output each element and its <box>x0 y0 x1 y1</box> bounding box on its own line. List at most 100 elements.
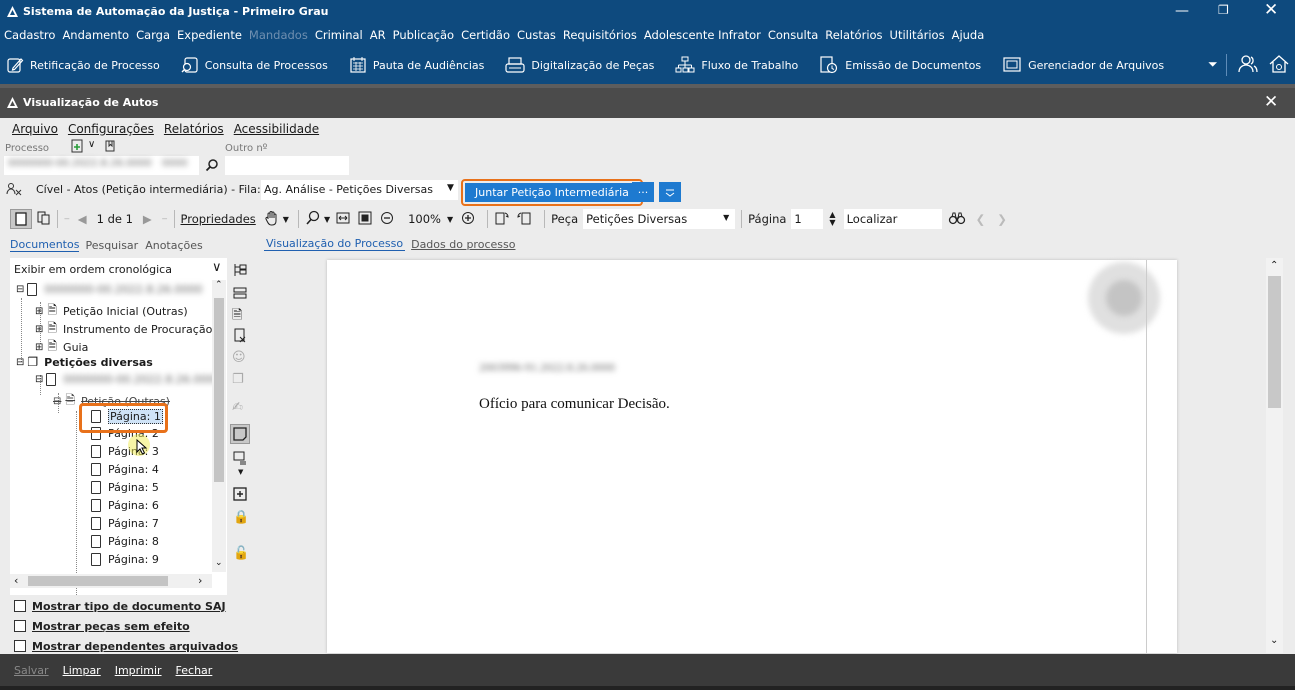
checkbox-pecas-sem-efeito[interactable]: Mostrar peças sem efeito <box>14 616 238 636</box>
tree-page[interactable]: Página: 6 <box>91 499 159 512</box>
hand-tool-icon[interactable] <box>264 210 280 229</box>
tab-visualizacao[interactable]: Visualização do Processo <box>264 237 406 251</box>
tab-dados-processo[interactable]: Dados do processo <box>411 238 515 251</box>
fluxo-button[interactable]: Fluxo de Trabalho <box>675 56 798 74</box>
zoom-value-dropdown-icon[interactable]: ▼ <box>447 215 453 224</box>
checkbox-tipo-doc[interactable]: Mostrar tipo de documento SAJ <box>14 596 238 616</box>
tab-pesquisar[interactable]: Pesquisar <box>85 239 138 252</box>
menu-item[interactable]: Relatórios <box>825 28 882 42</box>
scroll-down-icon[interactable]: ⌄ <box>1270 635 1278 646</box>
hand-tool-dropdown-icon[interactable]: ▼ <box>283 215 289 224</box>
localizar-input[interactable]: Localizar <box>843 209 942 229</box>
menu-item[interactable]: Utilitários <box>890 28 945 42</box>
emissao-button[interactable]: Emissão de Documentos <box>819 56 981 74</box>
chevron-down-icon[interactable]: ∨ <box>88 139 95 150</box>
checkbox-box[interactable] <box>14 620 26 632</box>
propriedades-button[interactable]: Propriedades <box>181 212 256 226</box>
bookmark-icon[interactable] <box>104 140 116 155</box>
fila-select[interactable]: Ag. Análise - Petições Diversas ▼ <box>261 180 458 200</box>
menu-arquivo[interactable]: Arquivo <box>12 122 58 136</box>
close-button[interactable]: ✕ <box>1264 0 1278 20</box>
home-icon[interactable] <box>1268 53 1290 78</box>
expand-icon[interactable]: ⊞ <box>35 324 43 335</box>
scroll-thumb[interactable] <box>214 298 224 482</box>
consulta-button[interactable]: Consulta de Processos <box>181 56 328 74</box>
menu-item[interactable]: Custas <box>517 28 556 42</box>
rotate-left-icon[interactable] <box>494 210 510 229</box>
digitalizacao-button[interactable]: Digitalização de Peças <box>505 56 654 74</box>
menu-item[interactable]: Certidão <box>461 28 510 42</box>
menu-item[interactable]: Requisitórios <box>563 28 637 42</box>
menu-item[interactable]: Andamento <box>62 28 129 42</box>
new-doc-icon[interactable] <box>70 139 84 156</box>
annotation-tool-button[interactable] <box>230 424 250 444</box>
scroll-up-icon[interactable]: ⌃ <box>215 280 223 290</box>
users-icon[interactable] <box>1237 53 1259 78</box>
menu-relatorios[interactable]: Relatórios <box>164 122 224 136</box>
imprimir-button[interactable]: Imprimir <box>115 664 162 677</box>
menu-item[interactable]: Expediente <box>177 28 242 42</box>
collapse-icon[interactable]: ⊟ <box>53 396 61 407</box>
order-select[interactable]: Exibir em ordem cronológica <box>14 263 172 276</box>
menu-item[interactable]: Cadastro <box>4 28 55 42</box>
tree-vertical-scrollbar[interactable]: ⌃ ⌄ <box>212 280 226 572</box>
remove-doc-icon[interactable] <box>232 328 248 347</box>
menu-item[interactable]: AR <box>370 28 386 42</box>
chevron-down-icon[interactable]: ∨ <box>212 260 222 275</box>
fit-page-icon[interactable] <box>358 211 372 228</box>
menu-item[interactable]: Adolescente Infrator <box>644 28 761 42</box>
scroll-up-icon[interactable]: ⌃ <box>1270 260 1278 271</box>
zoom-value[interactable]: 100% <box>408 212 441 226</box>
zoom-out-icon[interactable] <box>380 211 394 228</box>
peca-select[interactable]: Petições Diversas ▼ <box>583 209 736 229</box>
tree-page[interactable]: Página: 4 <box>91 463 159 476</box>
rotate-right-icon[interactable] <box>516 210 532 229</box>
tab-documentos[interactable]: Documentos <box>10 238 80 252</box>
menu-item[interactable]: Ajuda <box>952 28 985 42</box>
expand-arrow-icon[interactable]: ▼ <box>238 468 243 476</box>
signed-doc-icon[interactable]: 🗎 <box>232 306 242 328</box>
single-page-view-button[interactable] <box>10 209 32 229</box>
search-icon[interactable] <box>205 158 219 175</box>
add-page-icon[interactable] <box>232 486 248 505</box>
menu-acessibilidade[interactable]: Acessibilidade <box>234 122 319 136</box>
fit-width-icon[interactable] <box>336 211 350 228</box>
tab-anotacoes[interactable]: Anotações <box>145 239 203 252</box>
fechar-button[interactable]: Fechar <box>176 664 213 677</box>
checkbox-box[interactable] <box>14 640 26 652</box>
menu-item[interactable]: Carga <box>136 28 170 42</box>
processo-input[interactable]: 0000000-00.2022.8.26.0000 0000 <box>4 156 199 175</box>
multi-page-view-icon[interactable] <box>37 211 51 228</box>
tree-page[interactable]: Página: 7 <box>91 517 159 530</box>
menu-configuracoes[interactable]: Configurações <box>68 122 154 136</box>
pagina-input[interactable]: 1 <box>791 209 824 229</box>
binoculars-icon[interactable] <box>948 211 966 228</box>
collapse-icon[interactable]: ⊟ <box>16 357 24 368</box>
more-options-button[interactable]: ... <box>632 182 654 202</box>
menu-item[interactable]: Publicação <box>393 28 455 42</box>
restore-button[interactable]: ❐ <box>1218 3 1229 17</box>
checkbox-box[interactable] <box>14 600 26 612</box>
h-scroll-thumb[interactable] <box>28 576 168 586</box>
menu-item[interactable]: Criminal <box>315 28 363 42</box>
zoom-in-icon[interactable] <box>461 211 475 228</box>
tree-view-icon[interactable] <box>232 262 248 281</box>
close-subwindow-button[interactable]: ✕ <box>1264 92 1278 112</box>
pauta-button[interactable]: Pauta de Audiências <box>349 56 484 74</box>
scroll-right-icon[interactable]: › <box>198 574 202 587</box>
scroll-left-icon[interactable]: ‹ <box>14 574 18 587</box>
tree-page[interactable]: Página: 5 <box>91 481 159 494</box>
juntar-peticao-button[interactable]: Juntar Petição Intermediária <box>465 183 639 202</box>
tree-node-group[interactable]: ⊟ ❐ Petições diversas <box>16 355 153 369</box>
limpar-button[interactable]: Limpar <box>63 664 101 677</box>
tree-page[interactable]: Página: 8 <box>91 535 159 548</box>
stack-icon[interactable] <box>232 285 248 304</box>
zoom-search-icon[interactable] <box>305 210 321 229</box>
tree-node-root[interactable]: ⊟ 0000000-00.2022.8.26.0000 <box>16 283 202 296</box>
zoom-dropdown-icon[interactable]: ▼ <box>324 215 330 224</box>
tree-horizontal-scrollbar[interactable]: ‹ › <box>10 574 212 588</box>
collapse-button[interactable] <box>659 182 681 202</box>
expand-icon[interactable]: ⊞ <box>35 306 43 317</box>
pagina-spinner[interactable]: ▲ ▼ <box>829 211 835 227</box>
tree-page[interactable]: Página: 9 <box>91 553 159 566</box>
